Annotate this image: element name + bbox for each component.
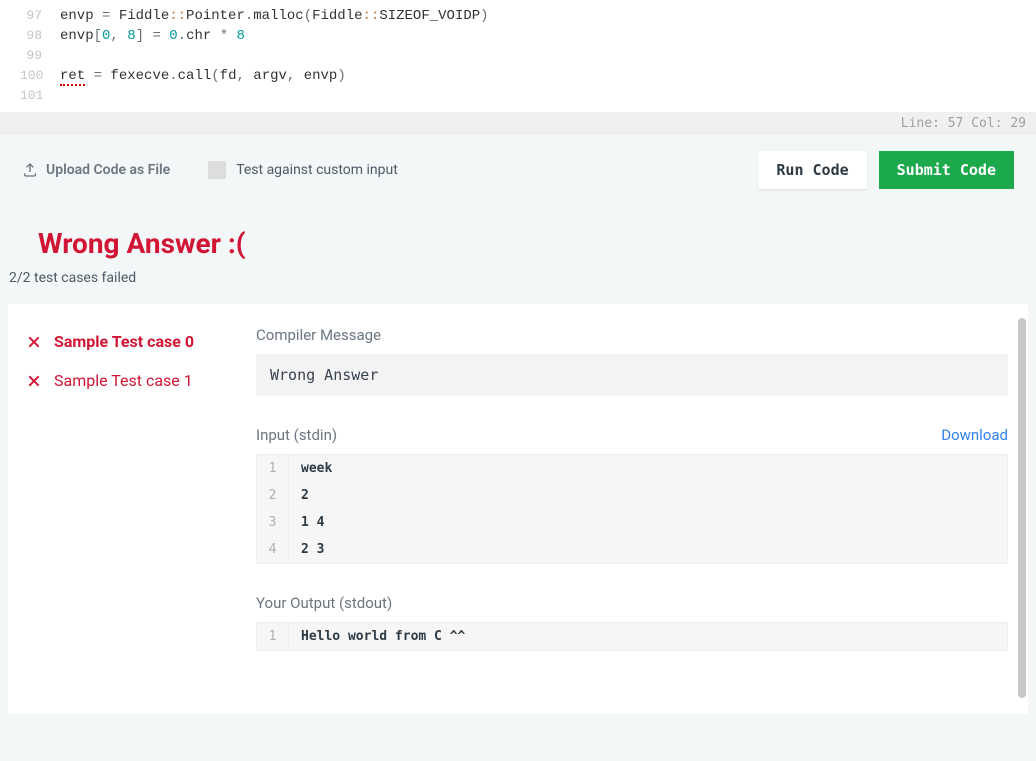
code-text[interactable]: envp[0, 8] = 0.chr * 8 bbox=[60, 26, 245, 46]
upload-label: Upload Code as File bbox=[46, 162, 170, 178]
testcase-list: Sample Test case 0 Sample Test case 1 bbox=[8, 304, 248, 714]
io-line-number: 3 bbox=[257, 509, 289, 536]
code-text[interactable]: envp = Fiddle::Pointer.malloc(Fiddle::SI… bbox=[60, 6, 489, 26]
io-line-number: 2 bbox=[257, 482, 289, 509]
testcase-item[interactable]: Sample Test case 1 bbox=[22, 361, 234, 400]
line-number: 97 bbox=[20, 6, 60, 26]
input-box: 1week2231 442 3 bbox=[256, 454, 1008, 564]
code-text[interactable] bbox=[60, 86, 68, 106]
io-text: week bbox=[289, 455, 344, 482]
io-line-number: 4 bbox=[257, 536, 289, 563]
code-text[interactable] bbox=[60, 46, 68, 66]
custom-input-toggle[interactable]: Test against custom input bbox=[208, 161, 398, 179]
io-row: 22 bbox=[257, 482, 1007, 509]
result-summary: 2/2 test cases failed bbox=[0, 270, 1036, 304]
code-editor[interactable]: 97envp = Fiddle::Pointer.malloc(Fiddle::… bbox=[0, 0, 1036, 112]
output-label: Your Output (stdout) bbox=[256, 594, 1008, 612]
io-row: 1Hello world from C ^^ bbox=[257, 623, 1007, 650]
actions-bar: Upload Code as File Test against custom … bbox=[0, 135, 1036, 205]
io-row: 42 3 bbox=[257, 536, 1007, 563]
line-number: 98 bbox=[20, 26, 60, 46]
upload-code-button[interactable]: Upload Code as File bbox=[22, 162, 170, 178]
output-box: 1Hello world from C ^^ bbox=[256, 622, 1008, 651]
line-number: 99 bbox=[20, 46, 60, 66]
result-title: Wrong Answer :( bbox=[38, 227, 1006, 260]
code-line[interactable]: 101 bbox=[20, 86, 1036, 106]
io-text: 1 4 bbox=[289, 509, 336, 536]
code-line[interactable]: 100ret = fexecve.call(fd, argv, envp) bbox=[20, 66, 1036, 86]
editor-status-bar: Line: 57 Col: 29 bbox=[0, 112, 1036, 135]
custom-input-label: Test against custom input bbox=[236, 162, 398, 178]
io-text: 2 bbox=[289, 482, 321, 509]
result-panel: Sample Test case 0 Sample Test case 1 Com… bbox=[8, 304, 1028, 714]
download-link[interactable]: Download bbox=[941, 426, 1008, 444]
io-row: 1week bbox=[257, 455, 1007, 482]
input-label: Input (stdin) bbox=[256, 426, 337, 444]
testcase-item[interactable]: Sample Test case 0 bbox=[22, 322, 234, 361]
compiler-message-label: Compiler Message bbox=[256, 326, 1008, 344]
io-line-number: 1 bbox=[257, 455, 289, 482]
code-line[interactable]: 98envp[0, 8] = 0.chr * 8 bbox=[20, 26, 1036, 46]
code-line[interactable]: 97envp = Fiddle::Pointer.malloc(Fiddle::… bbox=[20, 6, 1036, 26]
code-line[interactable]: 99 bbox=[20, 46, 1036, 66]
run-code-button[interactable]: Run Code bbox=[758, 151, 866, 189]
fail-icon bbox=[26, 373, 42, 389]
line-number: 100 bbox=[20, 66, 60, 86]
io-text: 2 3 bbox=[289, 536, 336, 563]
upload-icon bbox=[22, 162, 38, 178]
code-text[interactable]: ret = fexecve.call(fd, argv, envp) bbox=[60, 66, 346, 86]
checkbox-icon bbox=[208, 161, 226, 179]
fail-icon bbox=[26, 334, 42, 350]
line-number: 101 bbox=[20, 86, 60, 106]
result-header: Wrong Answer :( bbox=[0, 205, 1036, 270]
io-text: Hello world from C ^^ bbox=[289, 623, 477, 650]
submit-code-button[interactable]: Submit Code bbox=[879, 151, 1014, 189]
testcase-label: Sample Test case 1 bbox=[54, 371, 193, 390]
io-line-number: 1 bbox=[257, 623, 289, 650]
scrollbar[interactable] bbox=[1018, 318, 1026, 698]
compiler-message: Wrong Answer bbox=[256, 354, 1008, 396]
testcase-label: Sample Test case 0 bbox=[54, 332, 194, 351]
result-detail: Compiler Message Wrong Answer Input (std… bbox=[248, 304, 1028, 714]
io-row: 31 4 bbox=[257, 509, 1007, 536]
